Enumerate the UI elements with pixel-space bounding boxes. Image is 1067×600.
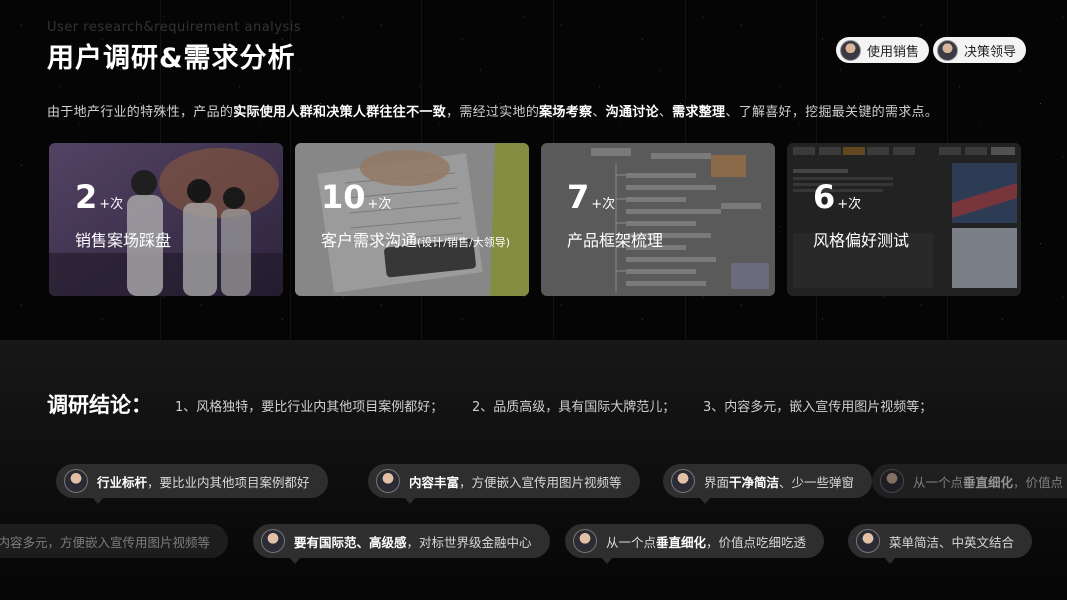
intro-paragraph: 由于地产行业的特殊性，产品的实际使用人群和决策人群往往不一致，需经过实地的案场考…: [47, 101, 938, 120]
stat-label: 销售案场踩盘: [75, 227, 171, 251]
bubble-text: 从一个点: [606, 534, 657, 550]
intro-text: 、了解喜好，挖掘最关键的需求点。: [725, 105, 939, 120]
role-label: 使用销售: [867, 44, 920, 60]
user-avatar: [376, 469, 400, 493]
style-test-thumbnail: [787, 143, 1021, 296]
bubble-text: ，对标世界级金融中心: [406, 534, 532, 550]
intro-text: 、: [592, 105, 606, 120]
intro-text: 由于地产行业的特殊性，产品的: [47, 105, 234, 120]
conclusion-item: 2、品质高级，具有国际大牌范儿；: [472, 400, 676, 415]
intro-highlight: 沟通讨论: [605, 105, 659, 120]
communication-photo: [295, 143, 529, 296]
avatar: [840, 39, 861, 61]
subtitle-english: User research&requirement analysis: [47, 20, 302, 35]
bubble-tail: [404, 497, 416, 504]
stat-number: 7 +次: [567, 181, 615, 213]
user-avatar: [64, 469, 88, 493]
bubble-text: 界面: [704, 474, 730, 490]
avatar: [937, 39, 958, 61]
user-avatar: [856, 529, 880, 553]
user-avatar: [880, 469, 904, 493]
mindmap-thumbnail: [541, 143, 775, 296]
user-avatar: [261, 529, 285, 553]
stat-number: 2 +次: [75, 181, 123, 213]
feedback-bubble: 从一个点 垂直细化 ，价值点: [872, 464, 1067, 498]
bubble-text: 、少一些弹窗: [779, 474, 855, 490]
bubble-highlight: 内容丰富: [409, 474, 460, 490]
bubble-tail: [884, 557, 896, 564]
conclusion-item: 3、内容多元，嵌入宣传用图片视频等；: [703, 400, 933, 415]
bubble-tail: [289, 557, 301, 564]
role-label: 决策领导: [964, 44, 1017, 60]
bubble-highlight: 要有国际范、高级感: [294, 534, 407, 550]
stat-number: 10 +次: [321, 181, 391, 213]
feedback-bubble: 菜单简洁、中英文结合: [848, 524, 1033, 564]
intro-highlight: 实际使用人群和决策人群往往不一致: [233, 105, 447, 120]
feedback-bubble: 从一个点 垂直细化 ，价值点吃细吃透: [565, 524, 825, 564]
conclusion-item: 1、风格独特，要比行业内其他项目案例都好；: [175, 400, 444, 415]
stat-unit: +次: [99, 197, 124, 212]
bubble-text: ，方便嵌入宣传用图片视频等: [459, 474, 622, 490]
stat-label: 风格偏好测试: [813, 227, 909, 251]
intro-text: ，需经过实地的: [446, 105, 540, 120]
bubble-text: ，价值点吃细吃透: [706, 534, 807, 550]
stat-value: 7: [567, 178, 590, 216]
stat-card-site-visit: 2 +次 销售案场踩盘: [49, 143, 283, 296]
feedback-bubble: 行业标杆 ，要比业内其他项目案例都好: [56, 464, 328, 504]
stat-label-text: 产品框架梳理: [567, 231, 664, 250]
feedback-bubble: 界面 干净简洁 、少一些弹窗: [663, 464, 873, 504]
bubble-text: 从一个点: [913, 474, 964, 490]
role-chip-leader: 决策领导: [933, 37, 1027, 63]
site-visit-photo: [49, 143, 283, 296]
bubble-highlight: 垂直细化: [656, 534, 707, 550]
stat-unit: +次: [591, 197, 616, 212]
intro-highlight: 需求整理: [672, 105, 726, 120]
stat-label-text: 客户需求沟通: [321, 231, 418, 250]
stat-card-customer-communication: 10 +次 客户需求沟通(设计/销售/大领导): [295, 143, 529, 296]
stat-label: 产品框架梳理: [567, 227, 663, 251]
conclusion-title: 调研结论：: [47, 393, 152, 417]
stat-label-text: 风格偏好测试: [813, 231, 910, 250]
bubble-tail: [92, 497, 104, 504]
role-chip-sales: 使用销售: [836, 37, 930, 63]
feedback-bubble: 内容多元，方便嵌入宣传用图片视频等: [0, 524, 228, 558]
stat-card-style-test: 6 +次 风格偏好测试: [787, 143, 1021, 296]
bubble-text: 内容多元，方便嵌入宣传用图片视频等: [0, 534, 210, 550]
user-avatar: [671, 469, 695, 493]
page-title: 用户调研&需求分析: [47, 43, 296, 74]
feedback-bubble: 要有国际范、高级感 ，对标世界级金融中心: [253, 524, 550, 564]
bubble-text: 菜单简洁、中英文结合: [889, 534, 1015, 550]
user-avatar: [573, 529, 597, 553]
bubble-tail: [601, 557, 613, 564]
bubble-tail: [699, 497, 711, 504]
stat-label-text: 销售案场踩盘: [75, 231, 172, 250]
bubble-text: ，价值点: [1013, 474, 1064, 490]
feedback-bubble: 内容丰富 ，方便嵌入宣传用图片视频等: [368, 464, 640, 504]
stat-value: 6: [813, 178, 836, 216]
bubble-text: ，要比业内其他项目案例都好: [147, 474, 310, 490]
stat-card-product-framework: 7 +次 产品框架梳理: [541, 143, 775, 296]
bubble-highlight: 干净简洁: [729, 474, 780, 490]
intro-highlight: 案场考察: [539, 105, 593, 120]
bubble-highlight: 垂直细化: [963, 474, 1014, 490]
stat-number: 6 +次: [813, 181, 861, 213]
stat-label: 客户需求沟通(设计/销售/大领导): [321, 227, 510, 251]
stat-label-note: (设计/销售/大领导): [417, 236, 511, 249]
stat-unit: +次: [837, 197, 862, 212]
stat-value: 2: [75, 178, 98, 216]
bubble-highlight: 行业标杆: [97, 474, 148, 490]
intro-text: 、: [658, 105, 673, 120]
stat-value: 10: [321, 178, 366, 216]
stat-unit: +次: [367, 197, 392, 212]
